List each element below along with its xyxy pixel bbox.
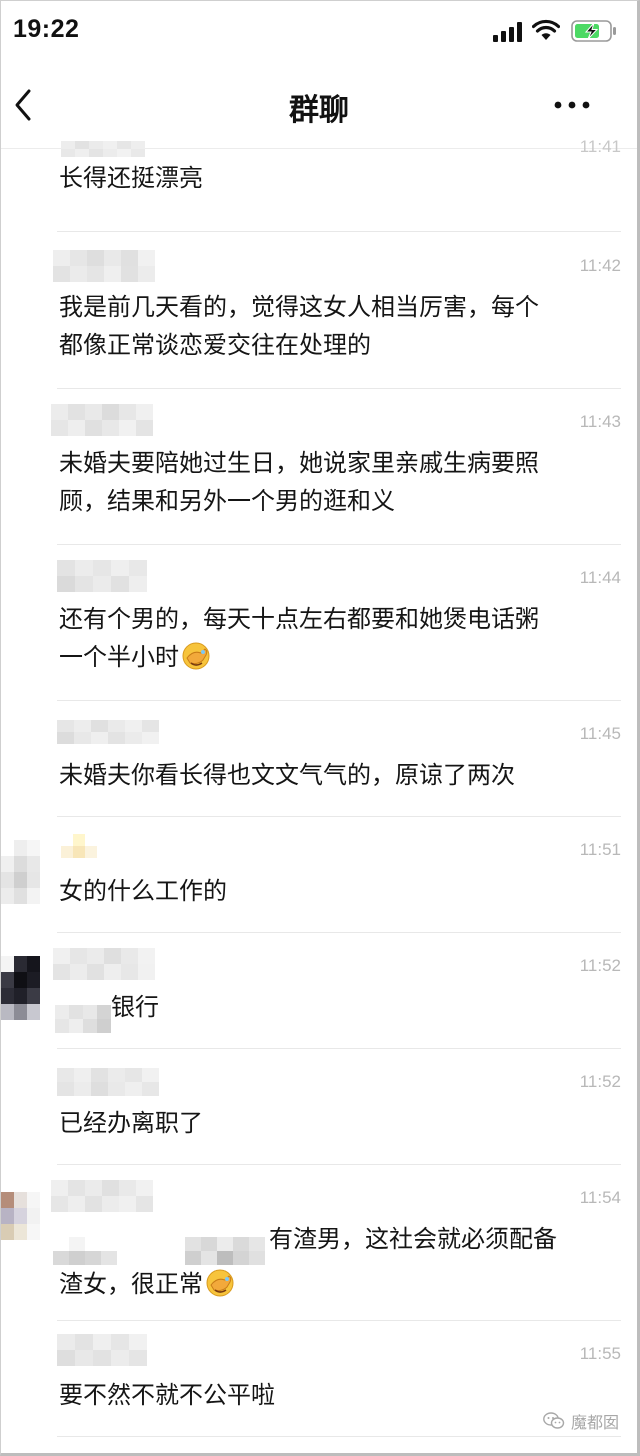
list-item[interactable]: 11:43 未婚夫要陪她过生日，她说家里亲戚生病要照 顾，结果和另外一个男的逛和… <box>1 388 637 545</box>
list-item[interactable]: 11:42 我是前几天看的，觉得这女人相当厉害，每个 都像正常谈恋爱交往在处理的 <box>1 232 637 389</box>
redacted-text <box>185 1237 265 1265</box>
avatar <box>1 956 41 1020</box>
chat-screen: 19:22 群聊 11:41 长得还挺漂亮 11:42 我是前几天看的，觉得这女… <box>0 0 640 1456</box>
message-time: 11:45 <box>579 724 621 743</box>
message-time: 11:43 <box>579 412 621 431</box>
sender-name-blurred <box>57 1334 147 1366</box>
message-text: 未婚夫要陪她过生日，她说家里亲戚生病要照 顾，结果和另外一个男的逛和义 <box>59 449 539 515</box>
list-item[interactable]: 11:54 有渣男，这社会就必须配备 渣女，很正常 <box>1 1164 637 1321</box>
list-item[interactable]: 11:45 未婚夫你看长得也文文气气的，原谅了两次 <box>1 700 637 817</box>
sender-name-blurred <box>57 560 147 592</box>
sender-name-blurred <box>57 720 159 744</box>
message-text: 已经办离职了 <box>59 1109 203 1137</box>
wifi-icon <box>532 19 560 40</box>
sender-name-blurred <box>51 1180 153 1212</box>
message-time: 11:55 <box>579 1344 621 1363</box>
redacted-text <box>55 1005 111 1033</box>
facepalm-emoji-icon <box>206 1269 234 1297</box>
battery-charging-icon <box>571 20 616 42</box>
message-time: 11:52 <box>579 956 621 975</box>
message-time: 11:42 <box>579 256 621 275</box>
avatar <box>1 1192 41 1256</box>
message-text: 还有个男的，每天十点左右都要和她煲电话粥 一个半小时 <box>59 605 539 671</box>
message-time: 11:52 <box>579 1072 621 1091</box>
message-text: 有渣男，这社会就必须配备 渣女，很正常 <box>53 1220 613 1303</box>
list-item[interactable]: 11:44 还有个男的，每天十点左右都要和她煲电话粥 一个半小时 <box>1 544 637 701</box>
avatar <box>1 840 41 904</box>
message-text: 女的什么工作的 <box>59 877 227 905</box>
sender-name-blurred <box>51 404 153 436</box>
message-text: 长得还挺漂亮 <box>59 164 203 192</box>
message-text: 银行 <box>55 988 615 1033</box>
status-bar: 19:22 <box>1 1 637 63</box>
sender-name-blurred <box>53 948 155 980</box>
list-item[interactable]: 11:55 要不然不就不公平啦 <box>1 1320 637 1437</box>
wechat-logo-icon <box>543 1412 565 1429</box>
message-time: 11:54 <box>579 1188 621 1207</box>
sender-name-blurred <box>61 141 145 157</box>
watermark-text: 魔都囡 <box>570 1413 619 1432</box>
sender-name-blurred <box>61 834 97 858</box>
list-item[interactable]: 11:52 已经办离职了 <box>1 1048 637 1165</box>
page-title: 群聊 <box>289 93 349 128</box>
status-time: 19:22 <box>13 15 80 43</box>
watermark: 魔都囡 <box>543 1409 619 1433</box>
message-text: 未婚夫你看长得也文文气气的，原谅了两次 <box>59 761 515 789</box>
message-text: 我是前几天看的，觉得这女人相当厉害，每个 都像正常谈恋爱交往在处理的 <box>59 293 539 359</box>
list-item[interactable]: 11:52 银行 <box>1 932 637 1049</box>
divider <box>57 1436 621 1437</box>
message-time: 11:41 <box>579 137 621 156</box>
redacted-text <box>53 1237 181 1265</box>
list-item[interactable]: 11:41 长得还挺漂亮 <box>1 137 637 232</box>
sender-name-blurred <box>57 1068 159 1096</box>
message-time: 11:44 <box>579 568 621 587</box>
more-options-button[interactable] <box>549 91 595 119</box>
message-text: 要不然不就不公平啦 <box>59 1381 275 1409</box>
cellular-signal-icon <box>493 22 522 42</box>
message-time: 11:51 <box>579 840 621 859</box>
sender-name-blurred <box>53 250 155 282</box>
list-item[interactable]: 11:51 女的什么工作的 <box>1 816 637 933</box>
facepalm-emoji-icon <box>182 642 210 670</box>
